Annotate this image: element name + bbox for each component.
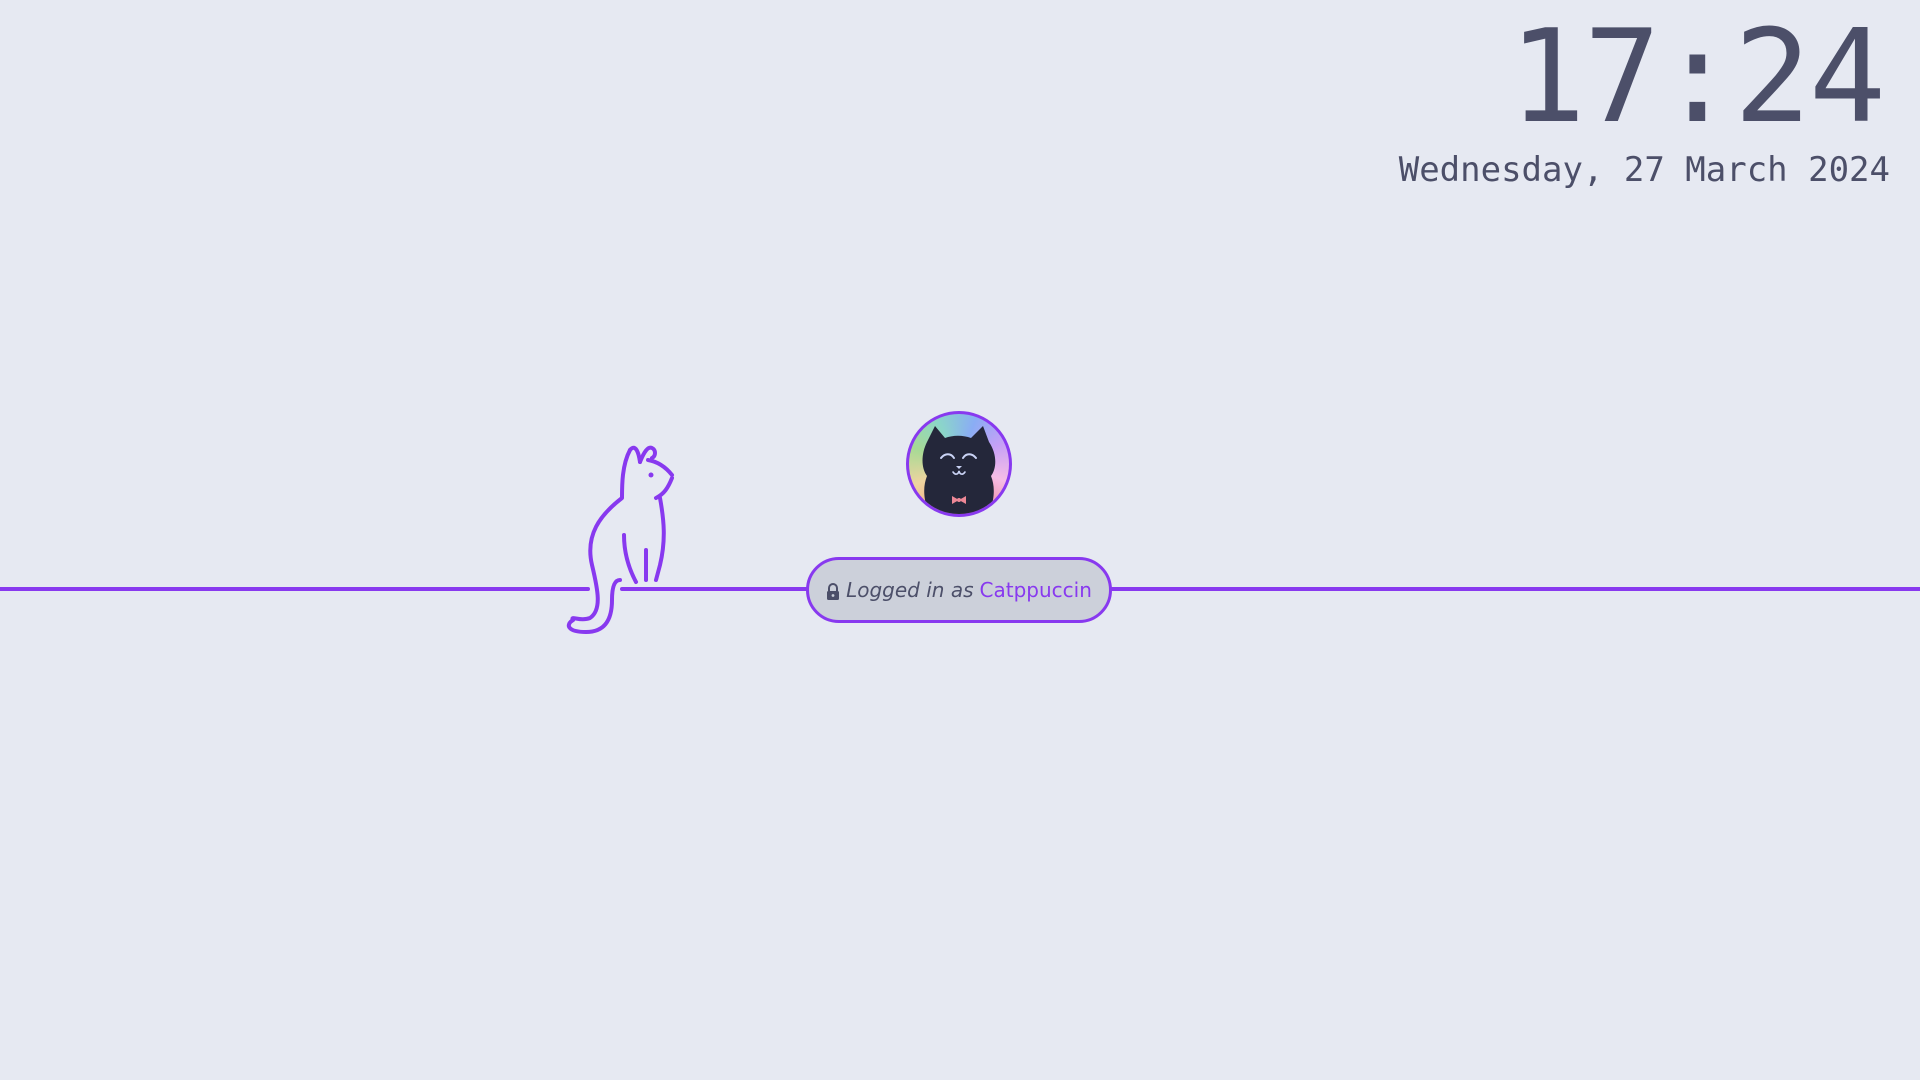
user-avatar bbox=[906, 411, 1012, 517]
clock-time: 17:24 bbox=[1508, 3, 1886, 152]
clock-date: Wednesday, 27 March 2024 bbox=[1398, 150, 1890, 190]
username-text: Catppuccin bbox=[979, 578, 1092, 602]
cat-line-art-icon bbox=[566, 445, 674, 634]
lock-icon bbox=[826, 582, 840, 600]
cat-avatar-icon bbox=[922, 426, 996, 514]
login-status-pill: Logged in as Catppuccin bbox=[806, 557, 1112, 623]
login-prefix-text: Logged in as bbox=[846, 578, 974, 602]
cat-eye bbox=[648, 472, 654, 478]
